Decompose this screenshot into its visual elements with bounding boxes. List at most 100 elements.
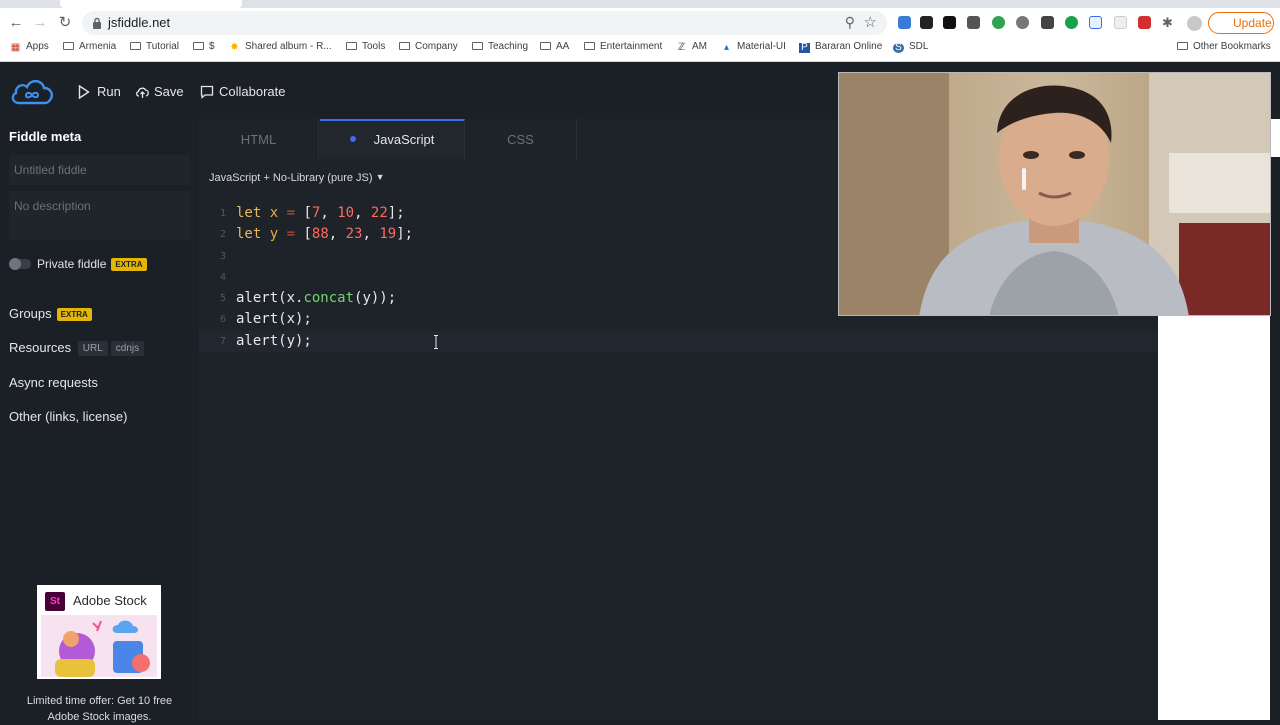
reload-icon[interactable]: ↻ [56,14,74,32]
active-browser-tab[interactable] [60,0,242,8]
bookmark-folder[interactable]: Entertainment [584,41,662,52]
result-scrollbar[interactable] [1270,157,1280,720]
bookmark-folder[interactable]: Armenia [63,41,116,52]
line-number: 5 [219,293,226,305]
zoom-icon[interactable]: ⚲ [845,14,855,31]
ad-brand: Adobe Stock [73,593,147,608]
extension-sync-icon[interactable] [992,16,1005,29]
tab-css-label: CSS [507,132,534,147]
bookmark-material-ui[interactable]: ▴ Material-UI [721,41,786,53]
folder-icon [472,42,483,50]
bookmark-am[interactable]: ℤ AM [676,41,707,53]
webcam-video [838,72,1271,316]
sdl-icon: S [893,43,904,53]
language-select-label: JavaScript + No-Library (pure JS) [209,172,373,184]
play-icon [78,85,90,99]
tab-javascript[interactable]: JavaScript [320,119,465,159]
forward-icon[interactable]: → [31,14,49,32]
text-cursor-icon [434,335,438,349]
back-icon[interactable]: ← [7,14,25,32]
extension-calendar-icon[interactable] [1089,16,1102,29]
ad-text[interactable]: Limited time offer: Get 10 free Adobe St… [10,693,189,725]
photos-pinwheel-icon: ✸ [230,42,239,53]
bookmark-star-icon[interactable]: ☆ [864,13,877,31]
bookmark-bararan[interactable]: P Bararan Online [799,41,882,53]
material-ui-icon: ▴ [723,42,730,53]
groups-label: Groups [9,306,52,321]
bookmark-sdl[interactable]: S SDL [893,41,928,53]
update-button[interactable]: Update [1187,12,1274,34]
extension-green-dot-icon[interactable] [1065,16,1078,29]
run-button[interactable]: Run [78,83,121,101]
folder-icon [63,42,74,50]
bookmark-photos[interactable]: ✸ Shared album - R... [229,41,331,53]
extension-circle-icon[interactable] [1016,16,1029,29]
private-label: Private fiddle [37,257,107,271]
fiddle-description-input[interactable]: No description [9,191,190,240]
sidebar-item-groups[interactable]: Groups EXTRA [9,306,92,321]
jsfiddle-logo-icon[interactable] [9,75,55,107]
extension-blank-icon[interactable] [1114,16,1127,29]
private-fiddle-toggle[interactable]: Private fiddle EXTRA [9,256,147,272]
bookmark-apps[interactable]: ▦ Apps [10,41,49,53]
extension-cup-icon[interactable] [1041,16,1054,29]
address-bar[interactable]: jsfiddle.net ⚲ ☆ [82,11,887,35]
extension-jb-icon[interactable] [943,16,956,29]
adobe-stock-ad[interactable]: St Adobe Stock [37,585,161,679]
folder-icon [584,42,595,50]
tab-css[interactable]: CSS [465,119,577,159]
code-line[interactable]: 7 alert(y); [199,330,1158,353]
url-text: jsfiddle.net [108,15,171,30]
bookmark-folder[interactable]: Tutorial [130,41,179,52]
browser-toolbar: ← → ↻ jsfiddle.net ⚲ ☆ ✱ Update [0,8,1280,38]
extension-cloud-icon[interactable] [920,16,933,29]
bookmark-folder[interactable]: Company [399,41,458,52]
extension-s-icon[interactable] [967,16,980,29]
folder-icon [193,42,204,50]
collaborate-label: Collaborate [219,84,286,99]
bookmark-folder[interactable]: Teaching [472,41,528,52]
adobe-stock-icon: St [45,592,65,611]
folder-icon [346,42,357,50]
code-text: let x = [7, 10, 22]; [236,205,405,221]
extra-badge: EXTRA [111,258,147,271]
language-select[interactable]: JavaScript + No-Library (pure JS) ▼ [209,172,385,184]
extension-red-icon[interactable] [1138,16,1151,29]
presenter-image [839,73,1270,315]
save-button[interactable]: Save [135,83,184,101]
sidebar-title: Fiddle meta [9,129,82,144]
sidebar-item-other[interactable]: Other (links, license) [9,409,127,424]
caret-down-icon: ▼ [375,172,385,182]
fiddle-title-input[interactable]: Untitled fiddle [9,155,190,185]
bookmark-folder[interactable]: AA [540,41,569,52]
extension-pen-icon[interactable] [898,16,911,29]
folder-icon [540,42,551,50]
folder-icon [1177,42,1188,50]
bookmark-folder[interactable]: Tools [346,41,385,52]
extra-badge: EXTRA [56,308,92,321]
tab-html[interactable]: HTML [199,119,319,159]
folder-icon [130,42,141,50]
tab-strip [0,0,1280,8]
resources-label: Resources [9,340,72,355]
tab-javascript-label: JavaScript [373,132,435,147]
extensions-puzzle-icon[interactable]: ✱ [1162,16,1175,29]
toggle-switch[interactable] [9,258,31,270]
profile-avatar[interactable] [1187,16,1202,31]
sidebar-item-async-requests[interactable]: Async requests [9,375,98,390]
save-label: Save [154,84,184,99]
line-number: 6 [219,314,226,326]
line-number: 3 [219,250,226,262]
collaborate-button[interactable]: Collaborate [200,83,286,101]
cdnjs-tag[interactable]: cdnjs [110,341,145,356]
fiddle-meta-sidebar: Fiddle meta Untitled fiddle No descripti… [0,119,199,723]
bookmark-other[interactable]: Other Bookmarks [1177,41,1271,52]
browser-chrome: ← → ↻ jsfiddle.net ⚲ ☆ ✱ Update ▦ Apps A… [0,0,1280,62]
code-text: alert(y); [236,332,312,349]
bookmark-folder[interactable]: $ [193,41,215,52]
code-text: let y = [88, 23, 19]; [236,226,414,243]
sidebar-item-resources[interactable]: Resources URL cdnjs [9,340,145,356]
code-text: alert(x.concat(y)); [236,290,397,307]
tab-html-label: HTML [240,132,277,147]
url-tag[interactable]: URL [77,341,108,356]
